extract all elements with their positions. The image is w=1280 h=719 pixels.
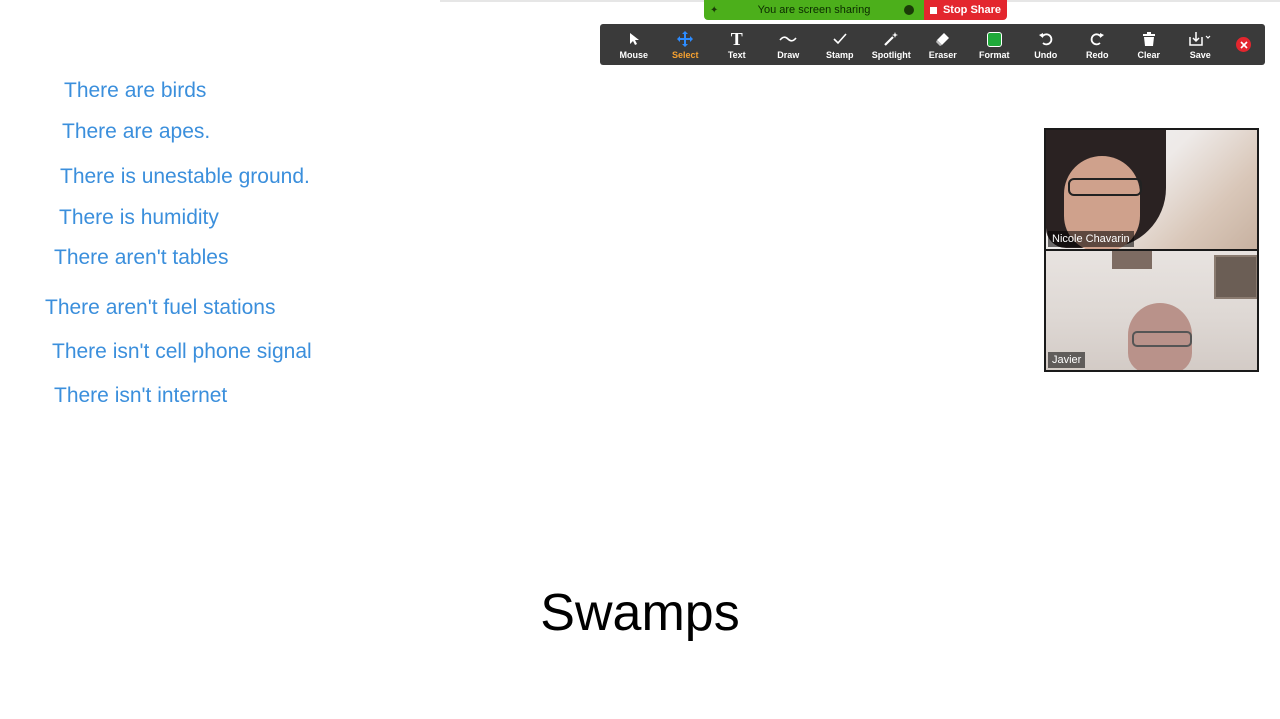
video-feed-image [1214, 255, 1257, 299]
tool-label: Select [671, 50, 699, 60]
tool-select[interactable]: Select [660, 24, 712, 65]
annotate-toolbar: Mouse Select T Text Draw Stamp Spotlight [600, 24, 1265, 65]
annotation-text: There aren't tables [54, 246, 229, 269]
participant-video-tile[interactable]: Javier [1046, 251, 1257, 370]
pin-icon[interactable]: ✦ [710, 5, 724, 16]
tool-mouse[interactable]: Mouse [608, 24, 660, 65]
annotation-text: There isn't internet [54, 384, 228, 407]
tool-clear[interactable]: Clear [1123, 24, 1175, 65]
annotation-text: There isn't cell phone signal [52, 340, 312, 363]
tool-label: Eraser [928, 50, 957, 60]
stop-share-label: Stop Share [942, 4, 1002, 16]
video-feed-image [1068, 178, 1142, 196]
tool-label: Mouse [619, 50, 648, 60]
tool-label: Save [1189, 50, 1211, 60]
close-toolbar-button[interactable] [1236, 37, 1251, 52]
tool-redo[interactable]: Redo [1072, 24, 1124, 65]
tool-spotlight[interactable]: Spotlight [866, 24, 918, 65]
tool-label: Stamp [825, 50, 854, 60]
tool-label: Undo [1034, 50, 1058, 60]
share-status-text: You are screen sharing [757, 4, 871, 16]
tool-format[interactable]: Format [969, 24, 1021, 65]
tool-stamp[interactable]: Stamp [814, 24, 866, 65]
tool-label: Format [978, 50, 1010, 60]
cursor-arrow-icon [627, 29, 641, 49]
trash-icon [1142, 29, 1156, 49]
annotation-text: There aren't fuel stations [45, 296, 276, 319]
tool-label: Draw [777, 50, 800, 60]
annotation-text: There are birds [64, 79, 207, 102]
tool-label: Clear [1137, 50, 1160, 60]
color-swatch-icon [986, 29, 1002, 49]
move-arrows-icon [677, 29, 694, 49]
close-icon [1239, 40, 1248, 49]
tool-label: Text [727, 50, 746, 60]
video-panel[interactable]: Nicole Chavarin Javier [1044, 128, 1259, 372]
annotation-text: There is humidity [59, 206, 219, 229]
magic-wand-icon [883, 29, 899, 49]
participant-name: Nicole Chavarin [1048, 231, 1134, 247]
slide-title: Swamps [540, 584, 740, 642]
tool-eraser[interactable]: Eraser [917, 24, 969, 65]
video-feed-image [1112, 251, 1152, 269]
stop-share-button[interactable]: Stop Share [924, 0, 1007, 20]
squiggle-icon [779, 29, 797, 49]
tool-save[interactable]: Save [1175, 24, 1227, 65]
redo-icon [1089, 29, 1105, 49]
video-feed-image [1132, 331, 1192, 347]
tool-draw[interactable]: Draw [763, 24, 815, 65]
annotation-text: There is unestable ground. [60, 165, 310, 188]
undo-icon [1038, 29, 1054, 49]
share-status-bar: ✦ You are screen sharing [704, 0, 924, 20]
stop-square-icon [929, 6, 937, 14]
tool-label: Spotlight [871, 50, 911, 60]
checkmark-icon [833, 29, 847, 49]
tool-label: Redo [1086, 50, 1109, 60]
screen-share-banner: ✦ You are screen sharing Stop Share [704, 0, 1007, 20]
tool-undo[interactable]: Undo [1020, 24, 1072, 65]
participant-name: Javier [1048, 352, 1086, 368]
security-shield-icon [904, 5, 914, 15]
participant-video-tile[interactable]: Nicole Chavarin [1046, 130, 1257, 249]
annotation-text: There are apes. [62, 120, 211, 143]
text-t-icon: T [730, 28, 743, 49]
save-download-icon [1188, 29, 1212, 49]
tool-text[interactable]: T Text [711, 24, 763, 65]
eraser-icon [935, 29, 951, 49]
